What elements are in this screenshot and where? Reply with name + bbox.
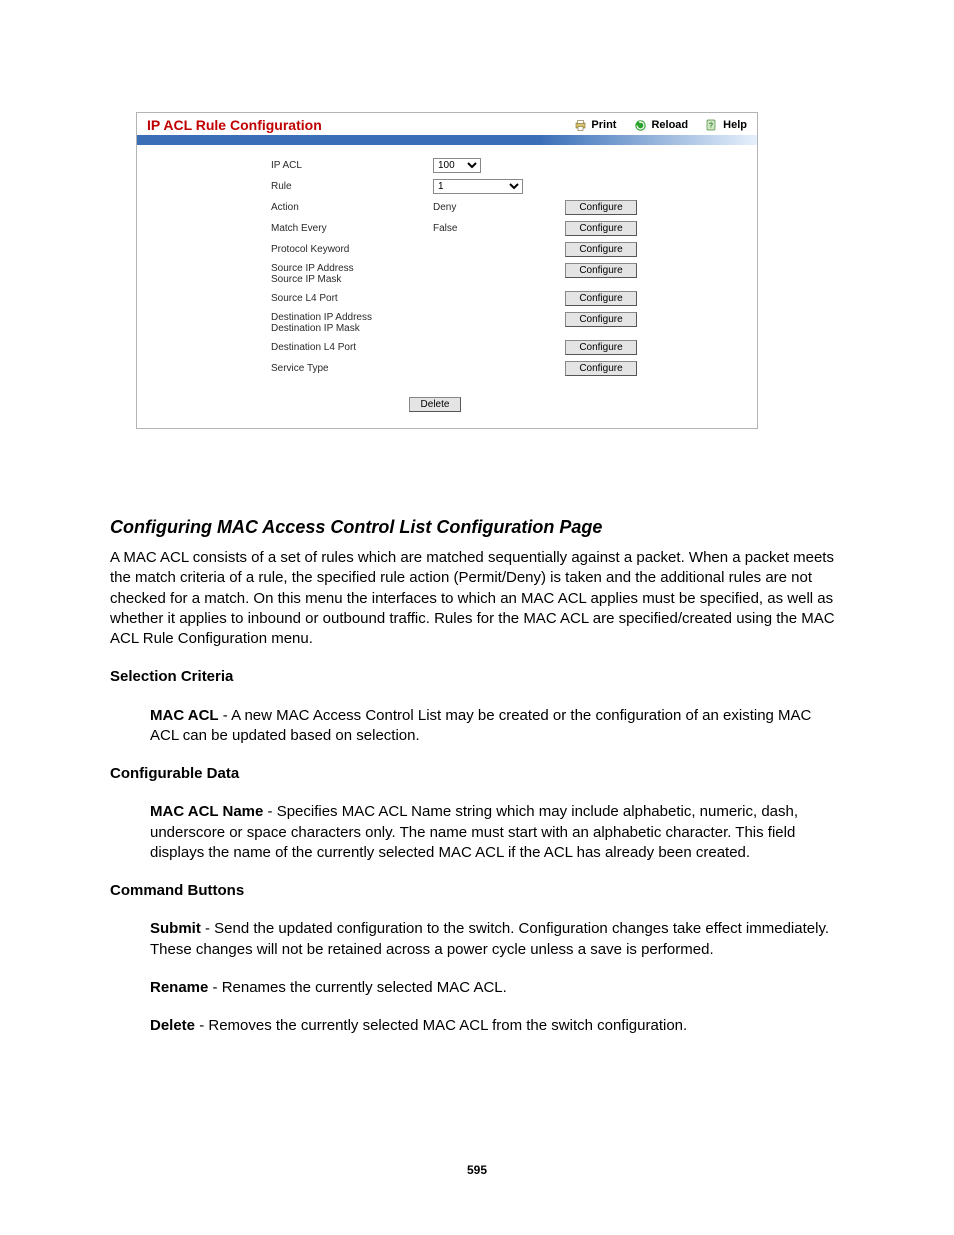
rename-paragraph: Rename - Renames the currently selected … — [150, 978, 840, 998]
label-ip-acl: IP ACL — [271, 160, 302, 171]
row-match-every: Match Every False Configure — [265, 218, 643, 239]
configure-dst-ip-button[interactable]: Configure — [565, 312, 637, 327]
reload-action[interactable]: Reload — [634, 119, 688, 132]
configure-src-ip-button[interactable]: Configure — [565, 263, 637, 278]
selection-criteria-heading: Selection Criteria — [110, 667, 840, 687]
command-buttons-heading: Command Buttons — [110, 881, 840, 901]
mac-acl-text: - A new MAC Access Control List may be c… — [150, 707, 811, 744]
row-ip-acl: IP ACL 100 — [265, 155, 643, 176]
label-protocol: Protocol Keyword — [271, 244, 349, 255]
submit-paragraph: Submit - Send the updated configuration … — [150, 919, 840, 960]
configure-src-port-button[interactable]: Configure — [565, 291, 637, 306]
rule-select[interactable]: 1 — [433, 179, 523, 194]
help-label: Help — [723, 119, 747, 131]
row-protocol: Protocol Keyword Configure — [265, 239, 643, 260]
help-icon: ? — [706, 119, 719, 132]
delete-paragraph: Delete - Removes the currently selected … — [150, 1016, 840, 1036]
label-dst-port: Destination L4 Port — [271, 342, 356, 353]
label-rule: Rule — [271, 181, 292, 192]
intro-paragraph: A MAC ACL consists of a set of rules whi… — [110, 548, 840, 649]
svg-text:?: ? — [709, 122, 713, 129]
row-src-ip: Source IP Address Source IP Mask Configu… — [265, 260, 643, 288]
row-dst-port: Destination L4 Port Configure — [265, 337, 643, 358]
label-src-ip: Source IP Address — [271, 263, 421, 274]
panel-header: IP ACL Rule Configuration Print — [137, 113, 757, 135]
mac-acl-paragraph: MAC ACL - A new MAC Access Control List … — [150, 706, 840, 747]
label-service-type: Service Type — [271, 363, 329, 374]
printer-icon — [574, 119, 587, 132]
panel-title: IP ACL Rule Configuration — [147, 117, 556, 133]
row-action: Action Deny Configure — [265, 197, 643, 218]
configure-protocol-button[interactable]: Configure — [565, 242, 637, 257]
reload-icon — [634, 119, 647, 132]
row-dst-ip: Destination IP Address Destination IP Ma… — [265, 309, 643, 337]
label-src-mask: Source IP Mask — [271, 274, 421, 285]
help-action[interactable]: ? Help — [706, 119, 747, 132]
ip-acl-select[interactable]: 100 — [433, 158, 481, 173]
config-form: IP ACL 100 Rule 1 — [265, 155, 643, 379]
row-src-port: Source L4 Port Configure — [265, 288, 643, 309]
panel-body: IP ACL 100 Rule 1 — [137, 145, 757, 428]
value-match-every: False — [433, 223, 457, 234]
delete-text: - Removes the currently selected MAC ACL… — [195, 1017, 687, 1034]
header-accent-bar — [137, 135, 757, 145]
label-src-port: Source L4 Port — [271, 293, 338, 304]
submit-term: Submit — [150, 920, 201, 937]
submit-text: - Send the updated configuration to the … — [150, 920, 829, 957]
configure-match-button[interactable]: Configure — [565, 221, 637, 236]
print-label: Print — [591, 119, 616, 131]
configurable-data-heading: Configurable Data — [110, 764, 840, 784]
print-action[interactable]: Print — [574, 119, 616, 132]
row-rule: Rule 1 — [265, 176, 643, 197]
config-panel: IP ACL Rule Configuration Print — [136, 112, 758, 429]
delete-button[interactable]: Delete — [409, 397, 461, 412]
value-action: Deny — [433, 202, 456, 213]
row-service-type: Service Type Configure — [265, 358, 643, 379]
page-number: 595 — [0, 1163, 954, 1177]
reload-label: Reload — [651, 119, 688, 131]
label-dst-mask: Destination IP Mask — [271, 323, 421, 334]
mac-acl-name-paragraph: MAC ACL Name - Specifies MAC ACL Name st… — [150, 802, 840, 863]
mac-acl-term: MAC ACL — [150, 707, 219, 724]
label-dst-ip: Destination IP Address — [271, 312, 421, 323]
mac-acl-name-term: MAC ACL Name — [150, 803, 263, 820]
configure-action-button[interactable]: Configure — [565, 200, 637, 215]
label-action: Action — [271, 202, 299, 213]
rename-term: Rename — [150, 979, 208, 996]
delete-term: Delete — [150, 1017, 195, 1034]
label-match-every: Match Every — [271, 223, 327, 234]
configure-dst-port-button[interactable]: Configure — [565, 340, 637, 355]
rename-text: - Renames the currently selected MAC ACL… — [208, 979, 506, 996]
section-heading: Configuring MAC Access Control List Conf… — [110, 517, 840, 538]
document-content: Configuring MAC Access Control List Conf… — [110, 517, 840, 1054]
configure-service-type-button[interactable]: Configure — [565, 361, 637, 376]
